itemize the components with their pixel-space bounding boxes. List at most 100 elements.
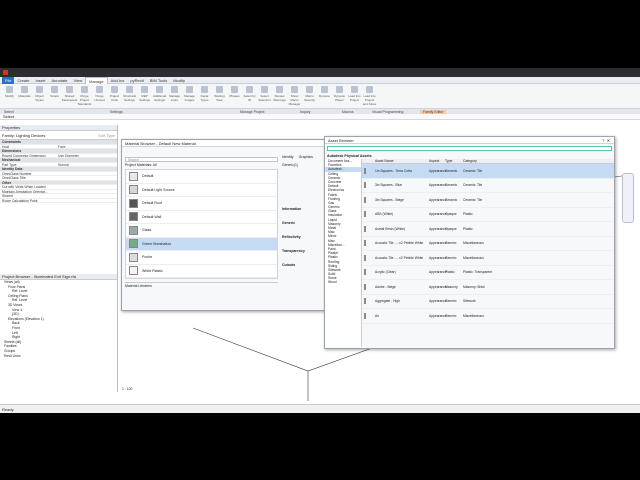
tab-pyrevit[interactable]: pyRevit — [127, 77, 146, 84]
asset-cell: Acoustic Tile - ...x2 Pebble White — [375, 241, 424, 246]
help-icon[interactable]: ? — [602, 138, 604, 143]
asset-browser-title: Asset Browser — [328, 138, 354, 143]
ribbon-button-project-units[interactable]: Project Units — [107, 86, 122, 107]
panel-inquiry: Inquiry — [300, 109, 311, 114]
asset-row[interactable]: 1in Squares - Terra Cotta Appearance Ceram… — [362, 164, 614, 179]
material-item[interactable]: Default Roof — [126, 197, 277, 211]
asset-row[interactable]: Acetal Resin (White) Appearance Opaque Plas… — [362, 222, 614, 237]
asset-row[interactable]: ABS (White) Appearance Opaque Plastic — [362, 208, 614, 222]
asset-row[interactable]: 3in Squares - Beige Appearance Ceramic Cera… — [362, 193, 614, 208]
asset-cell: Appearance — [429, 212, 447, 217]
ribbon-button-mep-settings[interactable]: MEP Settings — [137, 86, 152, 107]
section-transparency[interactable]: Transparency — [282, 249, 327, 263]
tab-modify[interactable]: Modify — [170, 77, 188, 84]
ribbon-button-object-styles[interactable]: Object Styles — [32, 86, 47, 107]
select-dropdown[interactable]: Select — [0, 114, 640, 120]
column-header[interactable]: Type — [445, 159, 463, 163]
ribbon-button-select-selection[interactable]: Select Selection — [257, 86, 272, 107]
section-cutouts[interactable]: Cutouts — [282, 263, 327, 277]
asset-row[interactable]: Adobe - Beige Appearance Masonry Masonry: B… — [362, 280, 614, 295]
property-value[interactable] — [58, 172, 117, 176]
column-header[interactable]: Category — [463, 159, 614, 163]
property-value[interactable] — [58, 190, 117, 194]
tab-add-ins[interactable]: Add-Ins — [108, 77, 128, 84]
ribbon-button-snaps[interactable]: Snaps — [47, 86, 62, 107]
material-swatch — [129, 185, 138, 195]
asset-row[interactable]: Aggregate - High Appearance Generic Sitewor… — [362, 295, 614, 309]
asset-row[interactable]: Acoustic Tile - ...x2 Pebble White Appear… — [362, 237, 614, 251]
column-header[interactable]: Asset Name — [375, 159, 429, 163]
ribbon-button-dynamo[interactable]: Dynamo — [317, 86, 332, 107]
asset-category-item[interactable]: Wood — [325, 280, 361, 284]
property-value[interactable] — [58, 194, 117, 198]
ribbon-button-select-by-id[interactable]: Select by ID — [242, 86, 257, 107]
section-information[interactable]: Information — [282, 207, 327, 221]
ribbon-button-load-into-project[interactable]: Load into Project — [347, 86, 362, 107]
material-swatch — [129, 212, 138, 222]
tab-bim-tools[interactable]: BIM Tools — [147, 77, 171, 84]
material-item[interactable]: Default Light Source — [126, 184, 277, 197]
type-selector[interactable]: Family: Lighting Devices — [2, 133, 45, 138]
ribbon-button-dynamo-player[interactable]: Dynamo Player — [332, 86, 347, 107]
ribbon-button-structural-settings[interactable]: Structural Settings — [122, 86, 137, 107]
asset-cell: Appearance — [429, 226, 447, 231]
ribbon-button-modify[interactable]: Modify — [2, 86, 17, 107]
material-item[interactable]: Green Illumination — [126, 237, 277, 251]
column-header[interactable]: Aspect — [429, 159, 445, 163]
view-scale[interactable]: 1 : 100 — [122, 387, 132, 391]
asset-row[interactable]: Acoustic Tile - ...x2 Pebble White Appear… — [362, 251, 614, 266]
tab-view[interactable]: View — [71, 77, 86, 84]
ribbon-button-materials[interactable]: Materials — [17, 86, 32, 107]
material-libraries-header[interactable]: Material Libraries — [125, 282, 278, 288]
ribbon-button-manage-images[interactable]: Manage Images — [182, 86, 197, 107]
material-name: White Plastic — [142, 268, 163, 273]
tab-insert[interactable]: Insert — [32, 77, 48, 84]
material-item[interactable]: Default Wall — [126, 211, 277, 224]
ribbon-button-load-into-project-and-close[interactable]: Load into Project and Close — [362, 86, 377, 107]
section-reflectivity[interactable]: Reflectivity — [282, 235, 327, 249]
navigation-bar[interactable] — [622, 173, 634, 223]
ribbon-button-phases[interactable]: Phases — [227, 86, 242, 107]
tab-annotate[interactable]: Annotate — [48, 77, 70, 84]
property-value[interactable]: Use Diameter — [58, 154, 117, 158]
ribbon-button-purge-unused[interactable]: Purge Unused — [92, 86, 107, 107]
material-swatch — [129, 171, 138, 181]
tab-manage[interactable]: Manage — [85, 76, 108, 84]
ribbon-button-shared-parameters[interactable]: Shared Parameters — [62, 86, 77, 107]
close-icon[interactable]: ✕ — [607, 138, 610, 143]
ribbon-button-additional-settings[interactable]: Additional Settings — [152, 86, 167, 107]
section-generic[interactable]: Generic — [282, 221, 327, 235]
edit-type-button[interactable]: Edit Type — [98, 133, 115, 138]
property-value[interactable] — [58, 176, 117, 180]
asset-row[interactable]: Air Appearance Generic Miscellaneous — [362, 309, 614, 324]
material-item[interactable]: Default — [126, 170, 277, 184]
ribbon-button-label: Modify — [5, 94, 14, 98]
property-value[interactable] — [58, 185, 117, 189]
tab-file[interactable]: File — [2, 76, 15, 84]
material-item[interactable]: Glass — [126, 224, 277, 238]
tab-graphics[interactable]: Graphics — [299, 155, 313, 161]
ribbon-button-decal-types[interactable]: Decal Types — [197, 86, 212, 107]
ribbon-button-show-macro-manager[interactable]: Show Macro Manager — [287, 86, 302, 107]
property-value[interactable] — [58, 199, 117, 203]
ribbon-button-review-warnings[interactable]: Review Warnings — [272, 86, 287, 107]
property-value[interactable]: Face — [58, 145, 117, 149]
material-item[interactable]: Poche — [126, 251, 277, 265]
tab-identity[interactable]: Identity — [282, 155, 294, 161]
asset-row[interactable]: Acrylic (Clear) Appearance Plastic Plastic:… — [362, 266, 614, 280]
material-item[interactable]: White Plastic — [126, 265, 277, 278]
asset-search-input[interactable] — [327, 146, 612, 151]
browser-item[interactable]: Revit Links — [0, 354, 117, 359]
material-name: Glass — [142, 228, 152, 233]
ribbon-button-purge-project-standards[interactable]: Purge Project Standards — [77, 86, 92, 107]
ribbon-button-macro-security[interactable]: Macro Security — [302, 86, 317, 107]
ribbon-button-starting-view[interactable]: Starting View — [212, 86, 227, 107]
ribbon-button-manage-links[interactable]: Manage Links — [167, 86, 182, 107]
ribbon-tabs: File Create Insert Annotate View Manage Add-In… — [0, 76, 640, 84]
tab-create[interactable]: Create — [14, 77, 32, 84]
asset-cell: 1in Squares - Terra Cotta — [375, 168, 412, 173]
asset-swatch — [364, 196, 366, 203]
project-materials-header: Project Materials: All — [125, 163, 157, 167]
asset-row[interactable]: 3in Squares - Blue Appearance Ceramic Ceram… — [362, 179, 614, 193]
property-value[interactable]: Normal — [58, 163, 117, 167]
